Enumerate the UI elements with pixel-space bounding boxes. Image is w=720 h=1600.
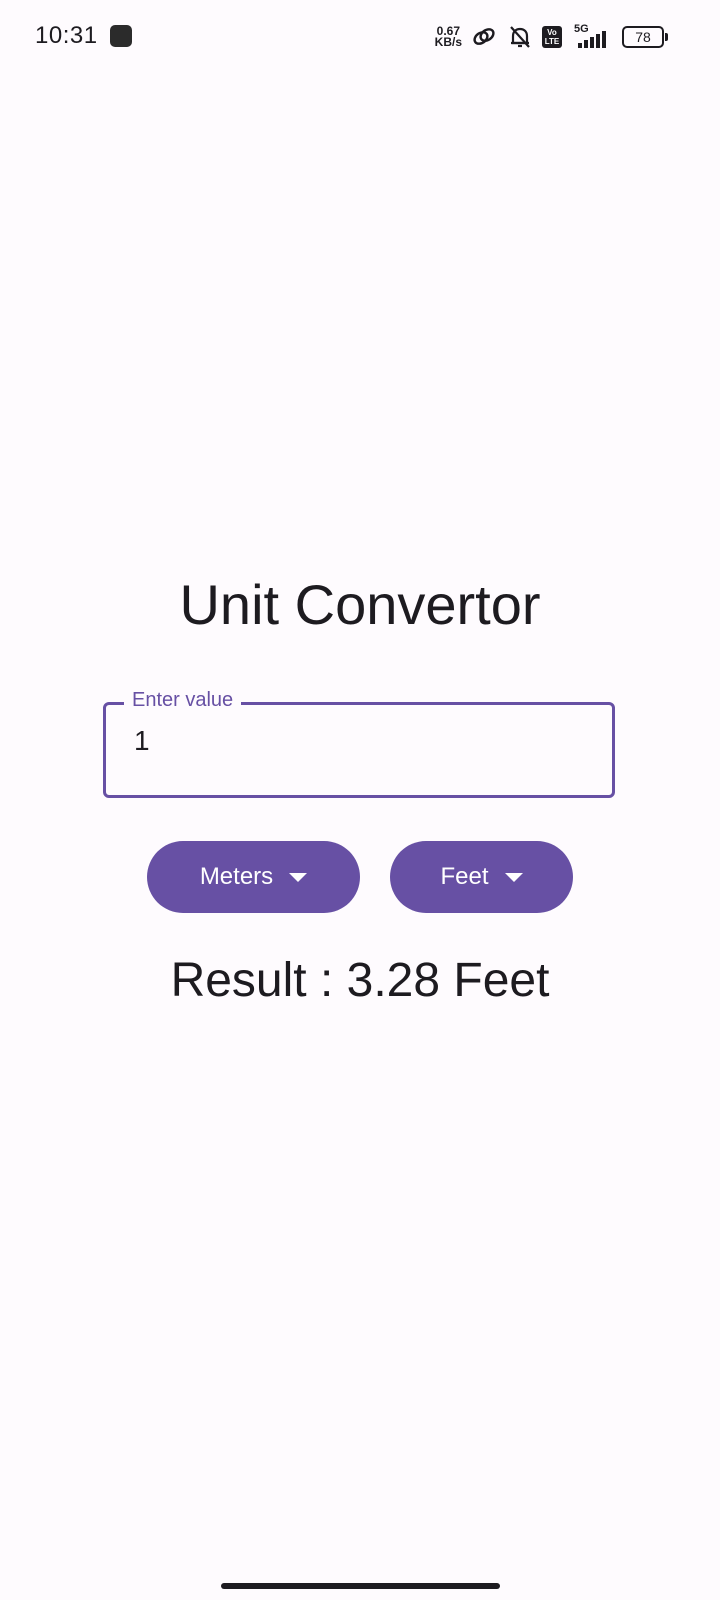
to-unit-dropdown-button[interactable]: Feet <box>390 841 573 913</box>
volte-bottom: LTE <box>544 37 560 46</box>
chevron-down-icon <box>504 872 523 882</box>
result-text: Result : 3.28 Feet <box>170 954 550 1007</box>
network-speed: 0.67 KB/s <box>434 25 462 49</box>
status-icons: 0.67 KB/s Vo LTE 5G 78 <box>434 22 668 52</box>
signal-icon: 5G <box>570 23 614 50</box>
app-notification-icon <box>110 25 132 47</box>
home-indicator[interactable] <box>221 1583 500 1589</box>
volte-top: Vo <box>547 28 557 37</box>
status-bar: 10:31 0.67 KB/s Vo LTE 5G 78 <box>0 0 720 76</box>
value-input-field[interactable]: Enter value 1 <box>103 689 615 798</box>
battery-level: 78 <box>635 29 651 45</box>
volte-icon: Vo LTE <box>542 26 562 48</box>
value-input-label: Enter value <box>124 689 242 712</box>
chevron-down-icon <box>289 872 308 882</box>
battery-icon: 78 <box>622 26 668 48</box>
value-input-text[interactable]: 1 <box>134 725 150 757</box>
link-icon <box>470 23 498 51</box>
status-time: 10:31 <box>35 22 98 49</box>
from-unit-dropdown-button[interactable]: Meters <box>147 841 360 913</box>
bell-off-icon <box>506 23 534 51</box>
signal-bars <box>578 31 606 48</box>
network-speed-unit: KB/s <box>434 35 462 49</box>
from-unit-label: Meters <box>199 863 274 890</box>
page-title: Unit Convertor <box>179 573 541 636</box>
to-unit-label: Feet <box>440 863 489 890</box>
